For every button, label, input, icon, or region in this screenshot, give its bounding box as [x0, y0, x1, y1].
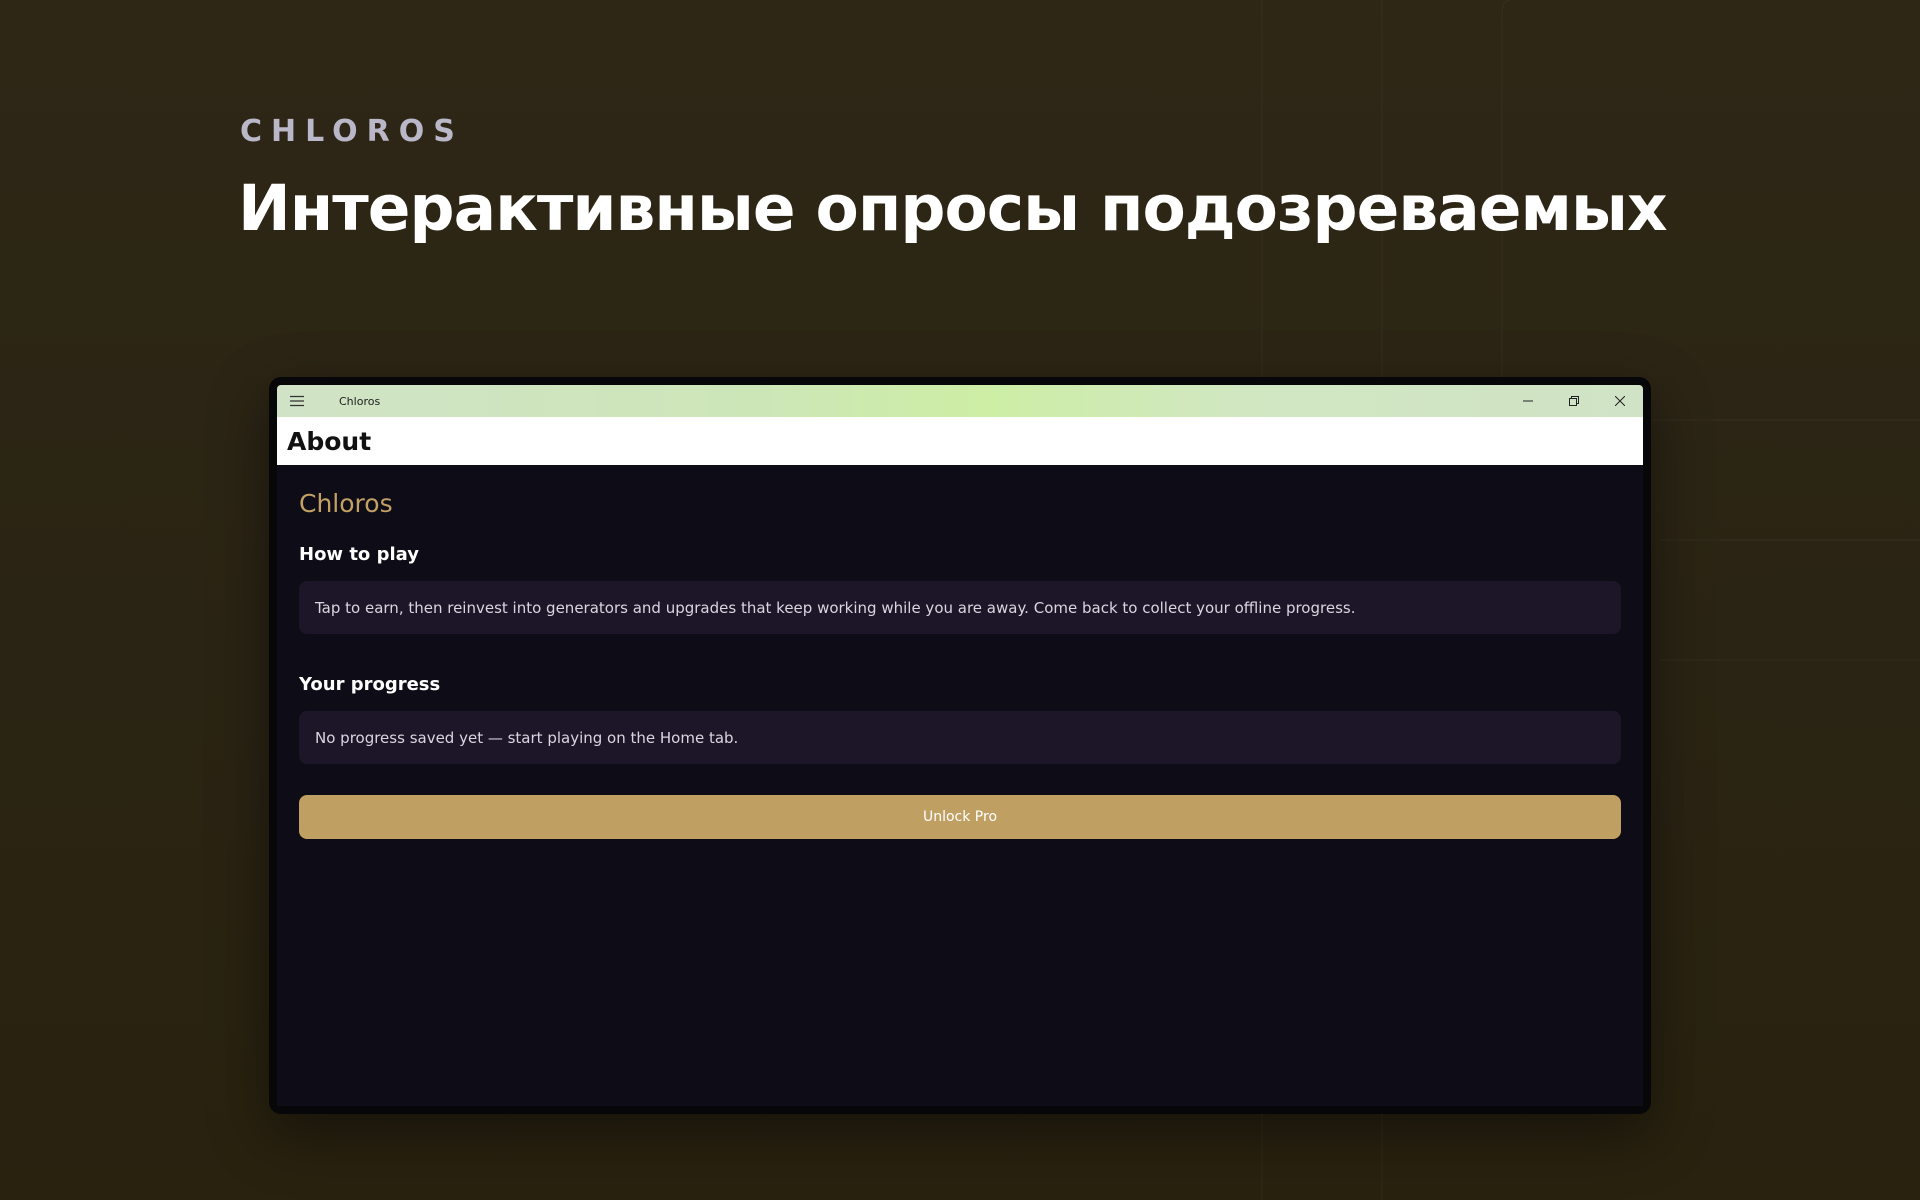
page-header: About [277, 417, 1643, 465]
minimize-icon [1523, 400, 1533, 402]
close-button[interactable] [1597, 385, 1643, 417]
how-to-play-card: Tap to earn, then reinvest into generato… [299, 581, 1621, 634]
window-content: Chloros About Chloros How to play Tap to… [277, 385, 1643, 1106]
unlock-pro-button[interactable]: Unlock Pro [299, 795, 1621, 839]
hamburger-menu-icon[interactable] [277, 385, 317, 417]
progress-card: No progress saved yet — start playing on… [299, 711, 1621, 764]
section-title-your-progress: Your progress [299, 674, 441, 695]
window-controls [1505, 385, 1643, 417]
about-content: Chloros How to play Tap to earn, then re… [277, 465, 1643, 839]
maximize-button[interactable] [1551, 385, 1597, 417]
app-name-heading: Chloros [299, 489, 393, 518]
app-window: Chloros About Chloros How to play Tap to… [269, 377, 1651, 1114]
page-title: About [287, 426, 372, 456]
window-title: Chloros [339, 394, 381, 408]
minimize-button[interactable] [1505, 385, 1551, 417]
close-icon [1615, 396, 1625, 406]
restore-icon [1569, 396, 1579, 406]
hero-brand: CHLOROS [240, 114, 464, 149]
hero-title: Интерактивные опросы подозреваемых [238, 172, 1668, 245]
section-title-how-to-play: How to play [299, 544, 419, 565]
title-bar[interactable]: Chloros [277, 385, 1643, 417]
